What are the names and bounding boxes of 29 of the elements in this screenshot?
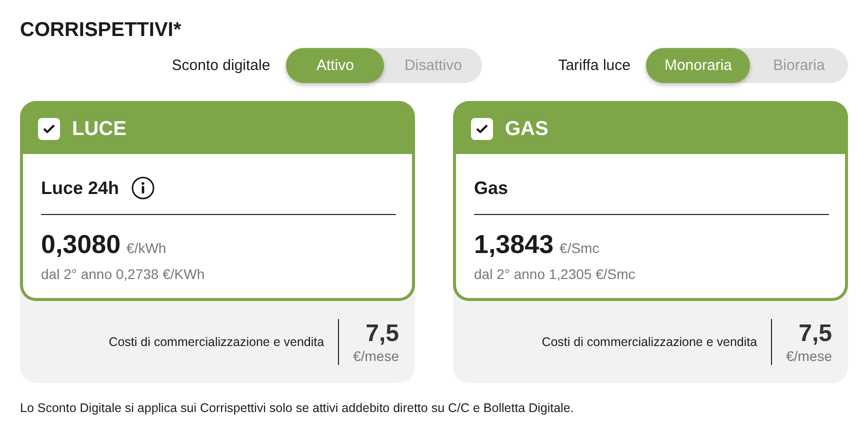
price-unit: €/Smc: [560, 240, 600, 256]
toggle-label: Sconto digitale: [172, 56, 270, 74]
card-title: LUCE: [72, 118, 126, 140]
product-name: Luce 24h: [41, 178, 120, 198]
checkbox[interactable]: [38, 118, 60, 140]
toggle-option[interactable]: Monoraria: [646, 48, 750, 82]
footnote: Lo Sconto Digitale si applica sui Corrispettivi solo se attivi addebito diretto su C/C e Bolletta Digitale.: [20, 401, 575, 415]
fee-unit: €/mese: [786, 348, 832, 364]
info-icon[interactable]: [131, 176, 156, 200]
product-name: Gas: [474, 178, 508, 198]
check-icon: [42, 122, 56, 136]
section-title: CORRISPETTIVI*: [20, 18, 182, 43]
fee-value: 7,5: [798, 320, 832, 348]
fee-value: 7,5: [366, 320, 399, 348]
checkbox[interactable]: [471, 118, 493, 140]
fee-label: Costi di commercializzazione e vendita: [108, 319, 340, 365]
price-value: 0,3080: [41, 229, 121, 260]
fee-unit: €/mese: [353, 348, 399, 364]
toggle-label: Tariffa luce: [558, 56, 630, 74]
toggle-option[interactable]: Bioraria: [750, 48, 848, 82]
card-title: GAS: [505, 118, 548, 140]
toggle-option[interactable]: Disattivo: [384, 48, 482, 82]
toggle-option[interactable]: Attivo: [286, 48, 384, 82]
fee-label: Costi di commercializzazione e vendita: [542, 319, 772, 365]
price-note: dal 2° anno 0,2738 €/KWh: [41, 266, 206, 282]
price-unit: €/kWh: [126, 240, 166, 256]
price-value: 1,3843: [474, 229, 554, 260]
price-note: dal 2° anno 1,2305 €/Smc: [474, 266, 636, 282]
check-icon: [475, 122, 489, 136]
